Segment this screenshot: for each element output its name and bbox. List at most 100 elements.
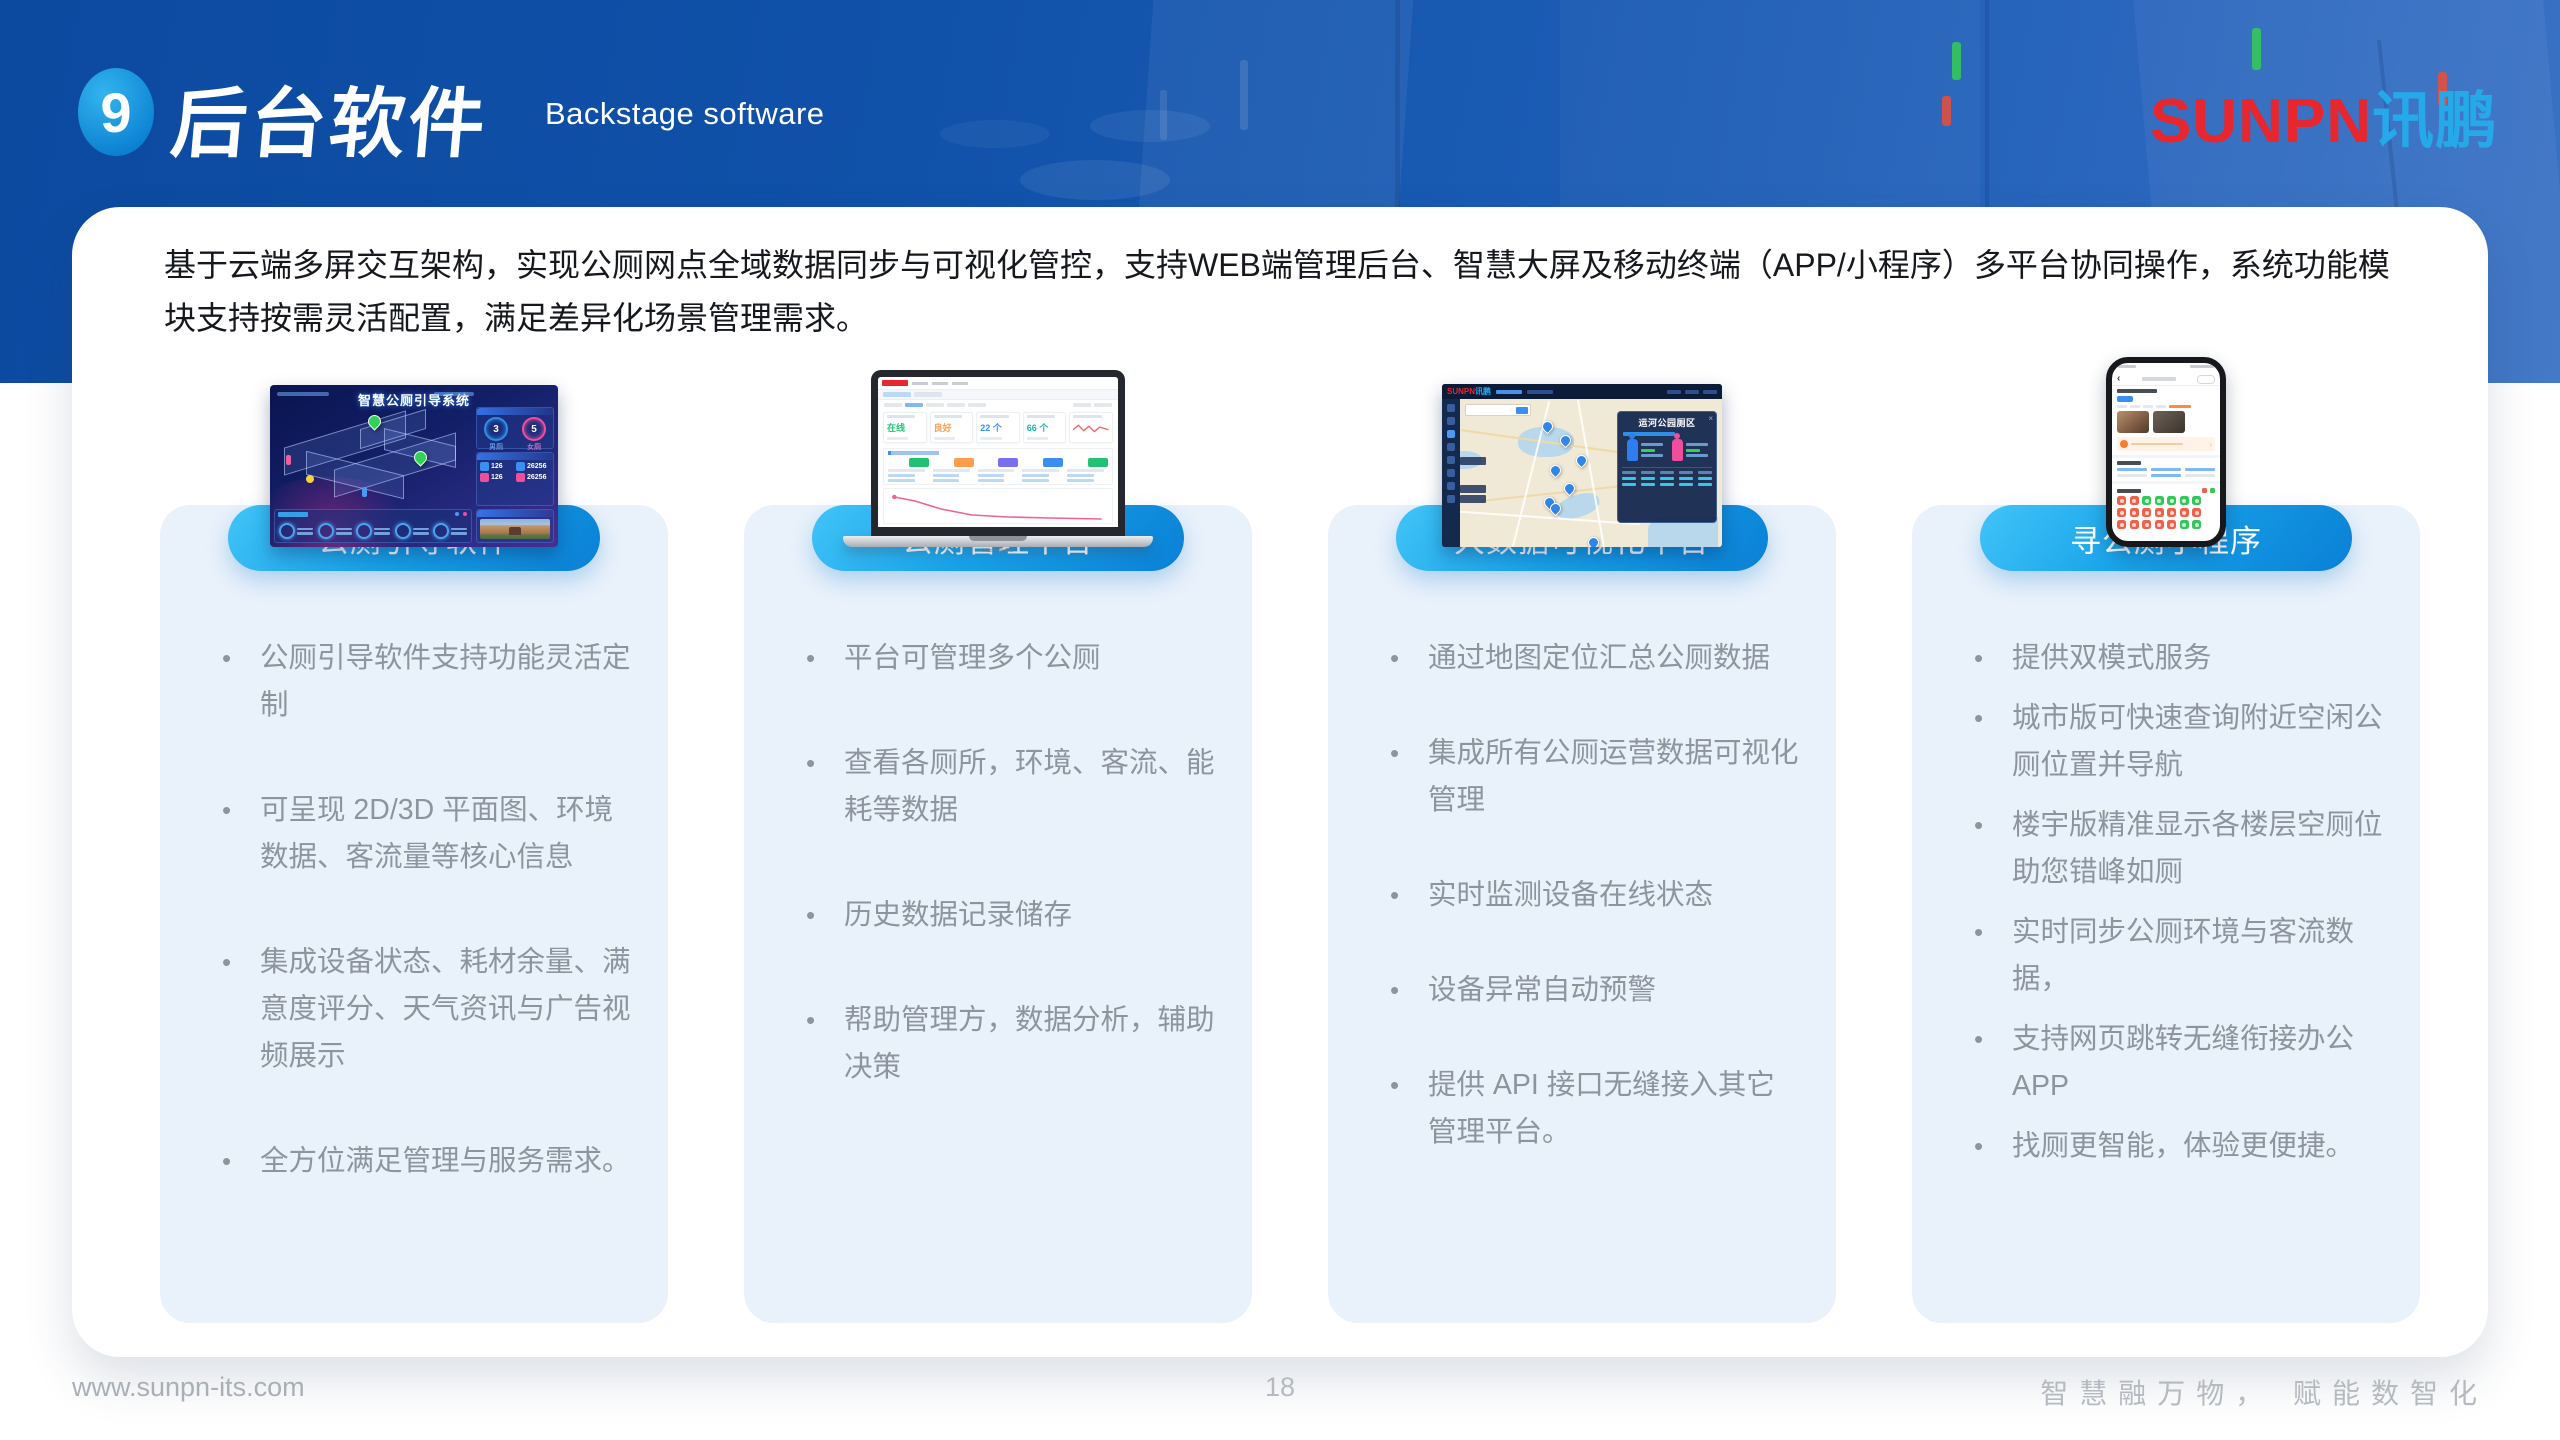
stall-occupied-icon — [2130, 520, 2139, 529]
brand-logo-latin: SUNPN — [2150, 87, 2372, 156]
bullet-list: •通过地图定位汇总公厕数据 •集成所有公厕运营数据可视化管理 •实时监测设备在线… — [1390, 635, 1800, 1156]
popup-title: 运河公园厕区 — [1622, 416, 1712, 429]
column-bigdata-platform: SUNPN讯鹏 — [1328, 375, 1836, 1323]
column-card: 公厕引导软件 •公厕引导软件支持功能灵活定制 •可呈现 2D/3D 平面图、环境… — [160, 505, 668, 1323]
section-number: 9 — [100, 80, 131, 145]
stall-vacant-icon — [2155, 496, 2164, 505]
stall-occupied-icon — [2180, 508, 2189, 517]
list-item: •可呈现 2D/3D 平面图、环境数据、客流量等核心信息 — [222, 787, 632, 881]
status-online: 在线 — [887, 421, 923, 434]
map-tool-button — [1460, 495, 1486, 503]
stall-occupied-icon — [2167, 508, 2176, 517]
list-item: •公厕引导软件支持功能灵活定制 — [222, 635, 632, 729]
bigdata-screen: SUNPN讯鹏 — [1442, 384, 1722, 547]
column-guide-software: 智慧公厕引导系统 — [160, 375, 668, 1323]
bullet-icon: • — [806, 740, 844, 834]
bullet-icon: • — [1974, 635, 2012, 682]
live-photo-panel — [476, 509, 554, 543]
env-stats-section — [2112, 458, 2220, 477]
list-item: •支持网页跳转无缝衔接办公 APP — [1974, 1016, 2384, 1110]
page-title: 后台软件 — [167, 62, 493, 172]
bullet-icon: • — [806, 892, 844, 939]
list-item: •找厕更智能，体验更便捷。 — [1974, 1123, 2384, 1170]
laptop-screen: 在线 良好 22 个 66 个 — [871, 370, 1125, 536]
stall-occupied-icon — [2117, 496, 2126, 505]
brand-logo-cn: 讯鹏 — [2372, 87, 2498, 156]
toilet-info-popup: × 运河公园厕区 — [1617, 411, 1717, 523]
guide-dashboard-screen: 智慧公厕引导系统 — [270, 385, 558, 547]
bullet-icon: • — [1390, 872, 1428, 919]
list-item: •设备异常自动预警 — [1390, 967, 1800, 1014]
stall-indicator-green — [2252, 28, 2261, 70]
female-stall-gauge: 5 — [522, 417, 546, 441]
stall-occupied-icon — [2142, 520, 2151, 529]
phone-screenshot: ‹ — [1912, 375, 2420, 547]
phone-statusbar — [2112, 363, 2220, 373]
column-card: 寻公厕小程序 •提供双模式服务 •城市版可快速查询附近空闲公厕位置并导航 •楼宇… — [1912, 505, 2420, 1323]
bullet-list: •提供双模式服务 •城市版可快速查询附近空闲公厕位置并导航 •楼宇版精准显示各楼… — [1974, 635, 2384, 1170]
status-count-1: 22 个 — [980, 421, 1016, 434]
passenger-flow-panel: 126 26256 126 26256 — [476, 452, 554, 506]
sensor-readings-section — [883, 448, 1113, 485]
column-card: 公厕管理平台 •平台可管理多个公厕 •查看各厕所，环境、客流、能耗等数据 •历史… — [744, 505, 1252, 1323]
miniprogram-capsule-button — [2197, 375, 2215, 384]
stall-occupied-icon — [2117, 520, 2126, 529]
female-stall-label: 女厕 — [522, 442, 546, 452]
stall-status-row — [2112, 517, 2220, 529]
page-subtitle: Backstage software — [545, 96, 825, 132]
section-number-badge: 9 — [78, 68, 154, 156]
map-pin-icon — [1548, 463, 1564, 479]
bullet-icon: • — [1390, 1062, 1428, 1156]
list-item: •实时同步公厕环境与客流数据， — [1974, 909, 2384, 1003]
bullet-icon: • — [1390, 635, 1428, 682]
bullet-icon: • — [222, 635, 260, 729]
stall-vacant-icon — [2192, 496, 2201, 505]
stall-vacant-icon — [2142, 496, 2151, 505]
column-miniprogram: ‹ — [1912, 375, 2420, 1323]
toilet-building-photo — [480, 519, 550, 539]
popup-env-table — [1622, 467, 1712, 486]
stall-occupied-icon — [2130, 508, 2139, 517]
status-count-2: 66 个 — [1027, 421, 1063, 434]
dashboard-date-placeholder — [277, 392, 329, 396]
list-item: •集成设备状态、耗材余量、满意度评分、天气资讯与广告视频展示 — [222, 939, 632, 1080]
stall-vacant-icon — [2167, 496, 2176, 505]
female-figure-icon — [1672, 439, 1683, 461]
environment-monitor-bar — [274, 509, 472, 543]
stall-occupied-icon — [2155, 520, 2164, 529]
stall-occupied-icon — [2155, 508, 2164, 517]
website-link: www.sunpn-its.com — [72, 1372, 305, 1403]
male-figure-icon — [1627, 439, 1638, 461]
map-pin-icon — [1562, 481, 1578, 497]
person-icon — [286, 455, 291, 465]
list-item: •提供双模式服务 — [1974, 635, 2384, 682]
map-tool-button — [1460, 457, 1486, 465]
stall-vacant-icon — [2180, 520, 2189, 529]
status-good: 良好 — [934, 421, 970, 434]
list-item: •通过地图定位汇总公厕数据 — [1390, 635, 1800, 682]
list-item: •帮助管理方，数据分析，辅助决策 — [806, 997, 1216, 1091]
map-tool-button — [1460, 485, 1486, 493]
photo-thumbnails — [2112, 408, 2220, 433]
list-item: •全方位满足管理与服务需求。 — [222, 1138, 632, 1185]
map-area: × 运河公园厕区 — [1460, 399, 1722, 547]
bullet-icon: • — [1974, 1016, 2012, 1110]
stall-occupied-icon — [2192, 508, 2201, 517]
toilet-name-placeholder — [2117, 389, 2157, 393]
laptop-base: MacBook Pro — [843, 536, 1153, 547]
bullet-icon: • — [222, 939, 260, 1080]
column-management-platform: 在线 良好 22 个 66 个 — [744, 375, 1252, 1323]
laptop-brand-text: MacBook Pro — [983, 548, 1013, 554]
alert-icon — [2120, 440, 2128, 448]
stall-indicator-green — [1952, 42, 1961, 80]
admin-logo — [882, 380, 908, 386]
bullet-icon: • — [806, 635, 844, 682]
brand-logo: SUNPN讯鹏 — [2150, 70, 2498, 160]
isometric-floorplan — [276, 411, 472, 511]
stall-occupied-icon — [2167, 520, 2176, 529]
phone-mockup: ‹ — [2106, 357, 2226, 547]
bullet-icon: • — [222, 1138, 260, 1185]
toilet-photo — [2153, 411, 2185, 433]
person-icon — [362, 487, 367, 497]
list-item: •实时监测设备在线状态 — [1390, 872, 1800, 919]
